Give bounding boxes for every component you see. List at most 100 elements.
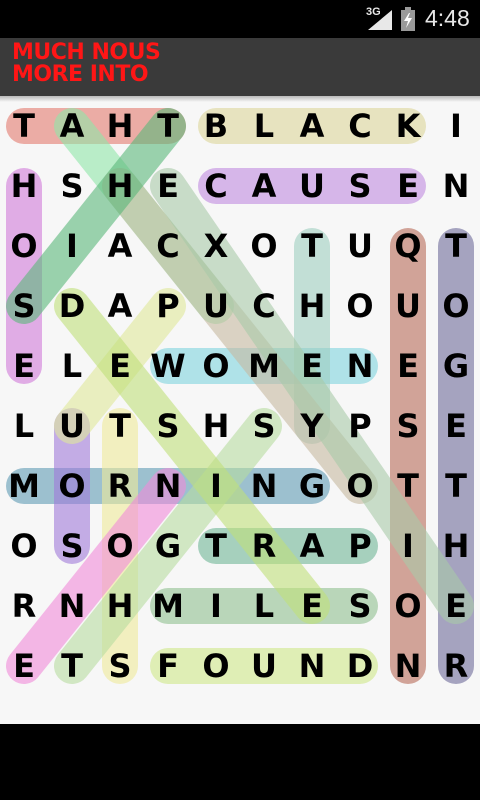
letter-cell[interactable]: E bbox=[144, 156, 192, 216]
letter-cell[interactable]: H bbox=[288, 276, 336, 336]
letter-cell[interactable]: A bbox=[288, 96, 336, 156]
letter-cell[interactable]: F bbox=[144, 636, 192, 696]
letter-cell[interactable]: S bbox=[336, 156, 384, 216]
letter-cell[interactable]: I bbox=[384, 516, 432, 576]
letter-cell[interactable]: S bbox=[240, 396, 288, 456]
letter-cell[interactable]: I bbox=[48, 216, 96, 276]
letter-cell[interactable]: O bbox=[384, 576, 432, 636]
letter-cell[interactable]: I bbox=[192, 456, 240, 516]
letter-cell[interactable]: E bbox=[432, 396, 480, 456]
letter-cell[interactable]: S bbox=[144, 396, 192, 456]
letter-cell[interactable]: T bbox=[96, 396, 144, 456]
letter-cell[interactable]: M bbox=[144, 576, 192, 636]
letter-cell[interactable]: S bbox=[384, 396, 432, 456]
letter-cell[interactable]: E bbox=[432, 576, 480, 636]
letter-cell[interactable]: Y bbox=[288, 396, 336, 456]
letter-cell[interactable]: U bbox=[240, 636, 288, 696]
letter-cell[interactable]: U bbox=[48, 396, 96, 456]
letter-cell[interactable]: C bbox=[192, 156, 240, 216]
letter-cell[interactable]: O bbox=[192, 336, 240, 396]
letter-cell[interactable]: I bbox=[192, 576, 240, 636]
letter-cell[interactable]: A bbox=[96, 276, 144, 336]
letter-cell[interactable]: O bbox=[96, 516, 144, 576]
letter-cell[interactable]: R bbox=[0, 576, 48, 636]
letter-cell[interactable]: O bbox=[0, 516, 48, 576]
letter-cell[interactable]: T bbox=[432, 456, 480, 516]
letter-cell[interactable]: R bbox=[240, 516, 288, 576]
letter-cell[interactable]: N bbox=[144, 456, 192, 516]
letter-cell[interactable]: T bbox=[384, 456, 432, 516]
letter-cell[interactable]: L bbox=[0, 396, 48, 456]
letter-cell[interactable]: N bbox=[336, 336, 384, 396]
letter-cell[interactable]: P bbox=[336, 396, 384, 456]
letter-cell[interactable]: A bbox=[96, 216, 144, 276]
letter-cell[interactable]: O bbox=[0, 216, 48, 276]
letter-cell[interactable]: C bbox=[240, 276, 288, 336]
letter-cell[interactable]: E bbox=[0, 636, 48, 696]
letter-cell[interactable]: U bbox=[336, 216, 384, 276]
letter-cell[interactable]: N bbox=[240, 456, 288, 516]
letter-cell[interactable]: T bbox=[432, 216, 480, 276]
letter-cell[interactable]: D bbox=[48, 276, 96, 336]
letter-cell[interactable]: T bbox=[144, 96, 192, 156]
letter-cell[interactable]: W bbox=[144, 336, 192, 396]
letter-cell[interactable]: H bbox=[0, 156, 48, 216]
letter-cell[interactable]: S bbox=[96, 636, 144, 696]
letter-cell[interactable]: D bbox=[336, 636, 384, 696]
letter-cell[interactable]: C bbox=[144, 216, 192, 276]
letter-cell[interactable]: R bbox=[432, 636, 480, 696]
letter-cell[interactable]: S bbox=[48, 156, 96, 216]
letter-cell[interactable]: T bbox=[48, 636, 96, 696]
letter-cell[interactable]: G bbox=[288, 456, 336, 516]
letter-cell[interactable]: N bbox=[432, 156, 480, 216]
letter-cell[interactable]: L bbox=[240, 576, 288, 636]
letter-cell[interactable]: P bbox=[144, 276, 192, 336]
letter-cell[interactable]: S bbox=[0, 276, 48, 336]
letter-cell[interactable]: E bbox=[288, 336, 336, 396]
letter-cell[interactable]: Q bbox=[384, 216, 432, 276]
letter-cell[interactable]: T bbox=[288, 216, 336, 276]
letter-cell[interactable]: C bbox=[336, 96, 384, 156]
letter-cell[interactable]: G bbox=[144, 516, 192, 576]
letter-cell[interactable]: G bbox=[432, 336, 480, 396]
letter-cell[interactable]: B bbox=[192, 96, 240, 156]
letter-cell[interactable]: O bbox=[48, 456, 96, 516]
letter-cell[interactable]: O bbox=[240, 216, 288, 276]
letter-cell[interactable]: U bbox=[192, 276, 240, 336]
letter-cell[interactable]: A bbox=[240, 156, 288, 216]
letter-cell[interactable]: N bbox=[288, 636, 336, 696]
letter-cell[interactable]: L bbox=[48, 336, 96, 396]
letter-cell[interactable]: I bbox=[432, 96, 480, 156]
letter-cell[interactable]: E bbox=[0, 336, 48, 396]
letter-cell[interactable]: K bbox=[384, 96, 432, 156]
letter-cell[interactable]: S bbox=[48, 516, 96, 576]
letter-cell[interactable]: T bbox=[192, 516, 240, 576]
letter-cell[interactable]: O bbox=[336, 456, 384, 516]
letter-cell[interactable]: M bbox=[240, 336, 288, 396]
letter-cell[interactable]: H bbox=[96, 96, 144, 156]
letter-cell[interactable]: E bbox=[384, 336, 432, 396]
letter-cell[interactable]: U bbox=[288, 156, 336, 216]
letter-cell[interactable]: L bbox=[240, 96, 288, 156]
letter-cell[interactable]: H bbox=[432, 516, 480, 576]
letter-cell[interactable]: O bbox=[336, 276, 384, 336]
letter-cell[interactable]: N bbox=[384, 636, 432, 696]
letter-cell[interactable]: R bbox=[96, 456, 144, 516]
letter-cell[interactable]: N bbox=[48, 576, 96, 636]
puzzle-board[interactable]: TAHTBLACKIHSHECAUSENOIACXOTUQTSDAPUCHOUO… bbox=[0, 96, 480, 724]
letter-cell[interactable]: U bbox=[384, 276, 432, 336]
letter-cell[interactable]: H bbox=[96, 156, 144, 216]
letter-cell[interactable]: A bbox=[288, 516, 336, 576]
letter-cell[interactable]: O bbox=[432, 276, 480, 336]
letter-cell[interactable]: T bbox=[0, 96, 48, 156]
letter-cell[interactable]: O bbox=[192, 636, 240, 696]
letter-cell[interactable]: A bbox=[48, 96, 96, 156]
letter-cell[interactable]: E bbox=[288, 576, 336, 636]
letter-cell[interactable]: S bbox=[336, 576, 384, 636]
letter-cell[interactable]: H bbox=[192, 396, 240, 456]
letter-cell[interactable]: P bbox=[336, 516, 384, 576]
letter-cell[interactable]: H bbox=[96, 576, 144, 636]
letter-cell[interactable]: E bbox=[96, 336, 144, 396]
letter-cell[interactable]: X bbox=[192, 216, 240, 276]
letter-cell[interactable]: M bbox=[0, 456, 48, 516]
